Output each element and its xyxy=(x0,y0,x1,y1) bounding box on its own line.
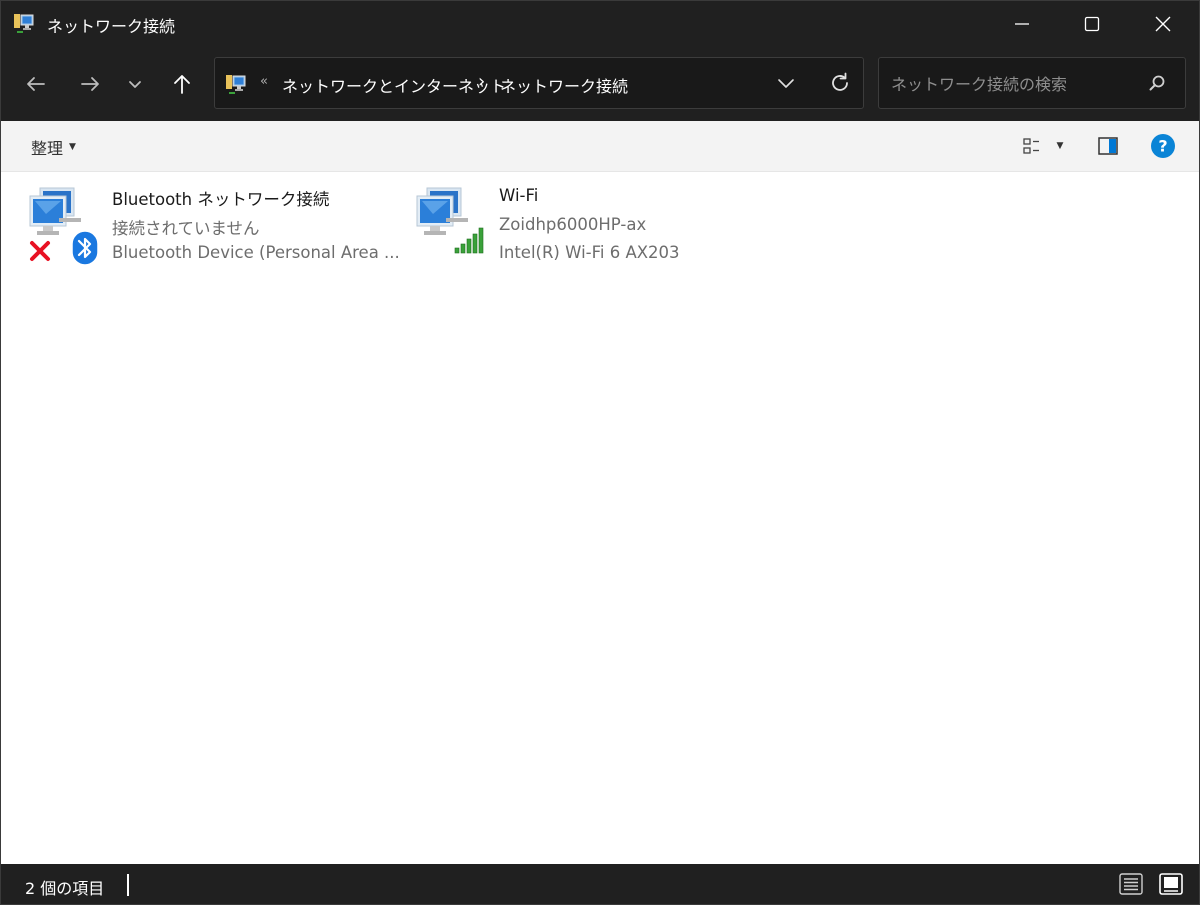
search-icon[interactable] xyxy=(1147,73,1167,93)
back-button[interactable] xyxy=(16,67,56,101)
command-bar: 整理 ▼ ▼ ? xyxy=(1,121,1199,172)
help-button[interactable]: ? xyxy=(1149,132,1177,160)
navigation-bar: « ネットワークとインターネット › ネットワーク接続 xyxy=(1,47,1199,121)
connection-status: Zoidhp6000HP-ax xyxy=(499,215,647,234)
maximize-icon xyxy=(1084,16,1100,32)
close-icon xyxy=(1155,16,1171,32)
signal-bars-icon xyxy=(454,227,484,254)
chevron-down-icon xyxy=(129,81,141,88)
connection-item-wifi[interactable]: Wi-Fi Zoidhp6000HP-ax Intel(R) Wi-Fi 6 A… xyxy=(413,184,713,266)
network-connections-icon xyxy=(14,14,34,33)
breadcrumb-separator[interactable]: › xyxy=(478,71,485,92)
preview-pane-button[interactable] xyxy=(1094,132,1122,160)
svg-text:?: ? xyxy=(1158,137,1167,156)
breadcrumb-network-internet[interactable]: ネットワークとインターネット xyxy=(282,73,506,97)
arrow-left-icon xyxy=(27,77,45,91)
maximize-button[interactable] xyxy=(1056,1,1128,47)
organize-menu-button[interactable]: 整理 ▼ xyxy=(31,135,76,159)
help-icon: ? xyxy=(1151,134,1175,158)
connection-item-bluetooth[interactable]: Bluetooth ネットワーク接続 接続されていません Bluetooth D… xyxy=(26,184,400,266)
caret-down-icon: ▼ xyxy=(69,142,76,152)
arrow-right-icon xyxy=(81,77,99,91)
view-dropdown-button[interactable]: ▼ xyxy=(1051,132,1069,160)
item-count: 2 個の項目 xyxy=(25,879,105,898)
details-view-button[interactable] xyxy=(1117,871,1145,897)
disconnected-x-icon xyxy=(30,241,50,261)
large-icons-view-icon xyxy=(1159,873,1183,895)
connections-list: Bluetooth ネットワーク接続 接続されていません Bluetooth D… xyxy=(1,172,1199,864)
explorer-window: ネットワーク接続 « ネットワークとインターネット › ネットワーク接続 ネット… xyxy=(0,0,1200,905)
minimize-button[interactable] xyxy=(986,1,1058,47)
bluetooth-icon xyxy=(71,230,99,266)
address-dropdown-icon[interactable] xyxy=(775,72,797,94)
breadcrumb-overflow[interactable]: « xyxy=(260,74,268,89)
connection-status: 接続されていません xyxy=(112,219,260,238)
connection-name: Wi-Fi xyxy=(499,186,539,205)
title-bar[interactable]: ネットワーク接続 xyxy=(1,1,1199,47)
window-title: ネットワーク接続 xyxy=(47,17,176,36)
breadcrumb-network-connections[interactable]: ネットワーク接続 xyxy=(500,73,628,97)
connection-device: Bluetooth Device (Personal Area ... xyxy=(112,243,400,262)
address-bar[interactable]: « ネットワークとインターネット › ネットワーク接続 xyxy=(214,57,864,109)
refresh-icon[interactable] xyxy=(827,70,853,96)
status-bar: 2 個の項目 xyxy=(1,864,1199,904)
arrow-up-icon xyxy=(174,75,190,94)
change-view-button[interactable] xyxy=(1017,132,1047,160)
network-connections-icon xyxy=(226,75,246,94)
caret-down-icon: ▼ xyxy=(1056,141,1064,151)
organize-label: 整理 xyxy=(31,139,64,158)
close-button[interactable] xyxy=(1127,1,1199,47)
up-button[interactable] xyxy=(162,67,202,101)
forward-button[interactable] xyxy=(70,67,110,101)
view-options-icon xyxy=(1023,138,1039,154)
minimize-icon xyxy=(1015,23,1029,25)
details-view-icon xyxy=(1119,873,1143,895)
large-icons-view-button[interactable] xyxy=(1157,871,1185,897)
search-input[interactable] xyxy=(889,70,1133,98)
connection-device: Intel(R) Wi-Fi 6 AX203 xyxy=(499,243,680,262)
connection-name: Bluetooth ネットワーク接続 xyxy=(112,190,330,209)
preview-pane-icon xyxy=(1098,137,1118,155)
text-cursor xyxy=(127,874,129,896)
search-box[interactable] xyxy=(878,57,1186,109)
recent-locations-button[interactable] xyxy=(115,67,155,101)
